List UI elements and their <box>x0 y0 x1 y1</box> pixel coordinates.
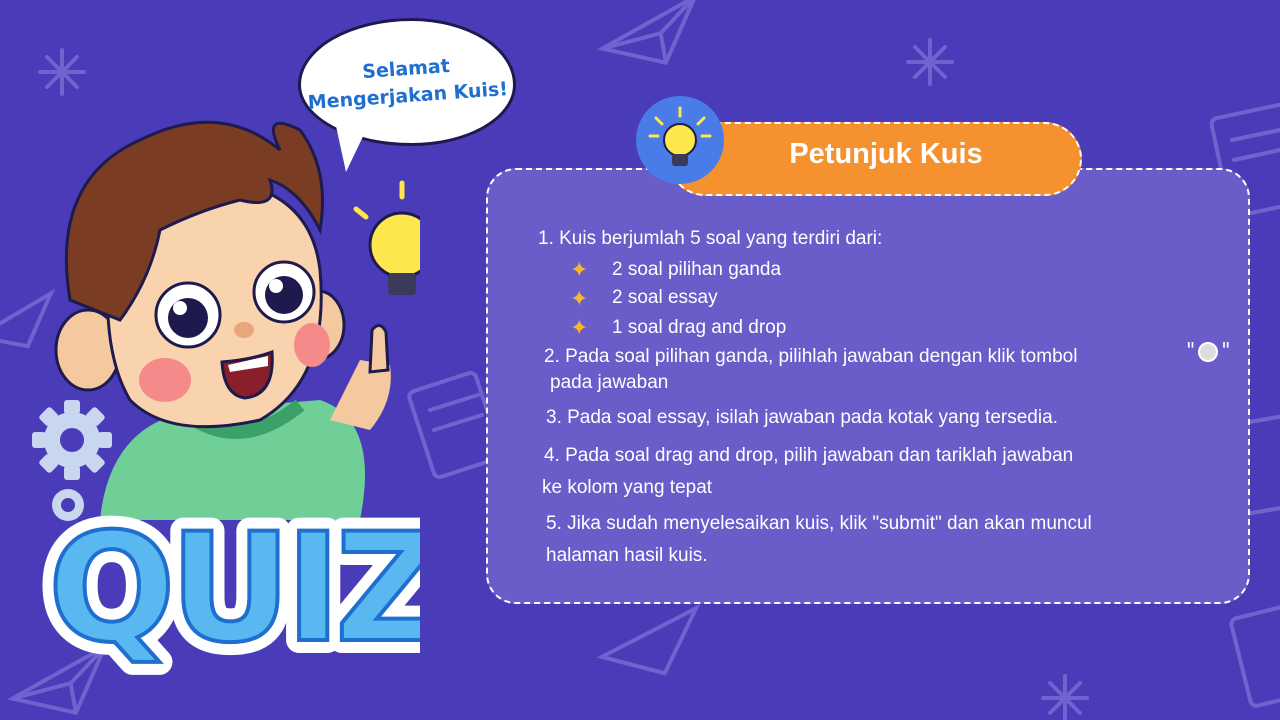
lightbulb-icon <box>648 106 712 166</box>
asterisk-icon <box>906 38 954 86</box>
instruction-item-4-line-1: 4. Pada soal drag and drop, pilih jawaba… <box>544 445 1074 466</box>
instruction-item-2-line-2: pada jawaban <box>550 372 669 393</box>
instruction-item-5-line-2: halaman hasil kuis. <box>546 545 708 566</box>
radio-button-icon: " " <box>1186 338 1231 362</box>
quiz-logo-text: QUIZ <box>48 502 420 676</box>
instruction-item-3: 3. Pada soal essay, isilah jawaban pada … <box>546 407 1058 428</box>
instruction-item-5-line-1: 5. Jika sudah menyelesaikan kuis, klik "… <box>546 513 1092 534</box>
gear-icon <box>32 400 112 480</box>
sparkle-icon: ✦ <box>570 316 589 341</box>
lightbulb-badge <box>636 96 724 184</box>
paper-plane-icon <box>596 603 701 676</box>
lightbulb-icon <box>353 180 420 295</box>
quiz-logo: QUIZ QUIZ <box>35 489 420 689</box>
instruction-item-2-line-1: 2. Pada soal pilihan ganda, pilihlah jaw… <box>544 346 1078 367</box>
sub-item-3: 1 soal drag and drop <box>612 317 787 338</box>
boy-character-illustration: QUIZ QUIZ <box>32 120 420 689</box>
sparkle-icon: ✦ <box>570 287 589 312</box>
instruction-item-1: 1. Kuis berjumlah 5 soal yang terdiri da… <box>538 228 883 249</box>
sub-item-2: 2 soal essay <box>612 287 718 308</box>
page-title: Petunjuk Kuis <box>789 138 983 170</box>
sparkle-icon: ✦ <box>570 258 589 283</box>
asterisk-icon <box>1041 674 1089 720</box>
paper-icon <box>1229 602 1280 708</box>
sub-item-1: 2 soal pilihan ganda <box>612 259 782 280</box>
instruction-item-4-line-2: ke kolom yang tepat <box>542 477 713 498</box>
paper-plane-icon <box>596 0 700 66</box>
